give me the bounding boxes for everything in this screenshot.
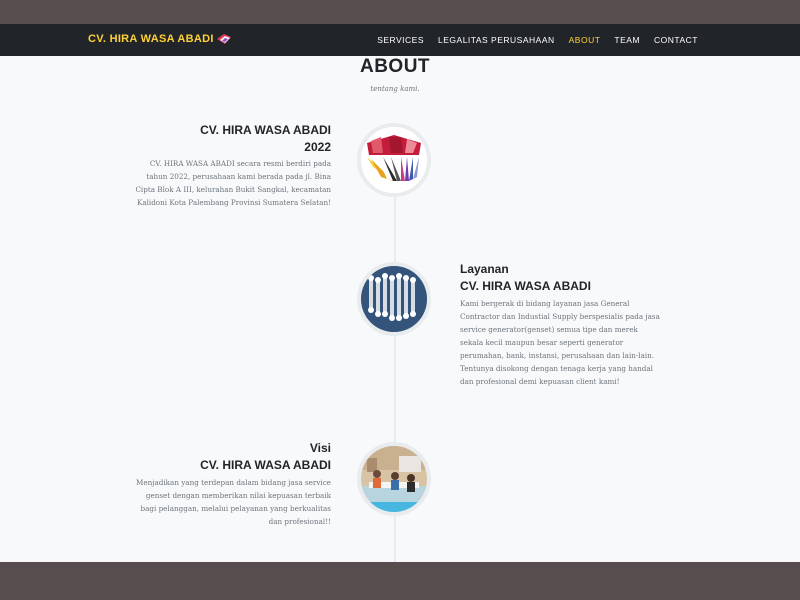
nav-contact[interactable]: CONTACT [654, 35, 698, 45]
brand-name: CV. HIRA WASA ABADI [88, 33, 214, 45]
nav-services[interactable]: SERVICES [377, 35, 424, 45]
nav-team[interactable]: TEAM [614, 35, 640, 45]
text-line: dan profesional!! [268, 517, 331, 526]
text-line: Kalidoni Kota Palembang Provinsi Sumater… [136, 198, 331, 207]
timeline-item-3-image [357, 442, 431, 516]
text-line: CV. HIRA WASA ABADI secara resmi berdiri… [149, 159, 331, 168]
brand-link[interactable]: CV. HIRA WASA ABADI [88, 33, 232, 45]
timeline-item-1-title-line1: CV. HIRA WASA ABADI [200, 123, 331, 137]
browser-frame-top [0, 0, 800, 24]
nav-menu: SERVICES LEGALITAS PERUSAHAAN ABOUT TEAM… [377, 35, 698, 45]
about-section: ABOUT tentang kami. CV. HIRA WASA ABADI … [0, 56, 800, 562]
nav-legalitas[interactable]: LEGALITAS PERUSAHAAN [438, 35, 555, 45]
browser-frame-bottom [0, 562, 800, 600]
timeline-item-1-image [357, 123, 431, 197]
timeline-item-3-text: Menjadikan yang terdepan dalam bidang ja… [110, 476, 331, 528]
text-line: genset dengan memberikan nilai kepuasan … [145, 491, 331, 500]
brand-logo-icon [216, 34, 231, 45]
navbar: CV. HIRA WASA ABADI SERVICES LEGALITAS P… [0, 24, 800, 56]
about-subtitle: tentang kami. [370, 85, 420, 93]
text-line: Contractor dan Industial Supply berspesi… [460, 312, 660, 321]
timeline-item-2-title-line2: CV. HIRA WASA ABADI [460, 279, 591, 293]
text-line: Tentunya disokong dengan tenaga kerja ya… [460, 364, 653, 373]
text-line: perumahan, bank, instansi, perusahaan da… [460, 351, 655, 360]
text-line: Menjadikan yang terdepan dalam bidang ja… [136, 478, 331, 487]
timeline-item-2-text: Kami bergerak di bidang layanan jasa Gen… [460, 297, 680, 388]
timeline-item-3-title-line1: Visi [309, 441, 331, 455]
text-line: service generator(genset) semua tipe dan… [460, 325, 638, 334]
timeline-item-2-title: Layanan CV. HIRA WASA ABADI [460, 261, 660, 295]
text-line: dan profesional demi kepuasan client kam… [460, 377, 620, 386]
timeline-item-2-title-line1: Layanan [460, 262, 509, 276]
timeline-item-3-title-line2: CV. HIRA WASA ABADI [200, 458, 331, 472]
color-swatch-icon [361, 127, 427, 193]
wrenches-icon [361, 266, 427, 332]
text-line: sekala kecil maupun besar seperti genera… [460, 338, 624, 347]
timeline-item-3-title: Visi CV. HIRA WASA ABADI [131, 440, 331, 474]
text-line: Cipta Blok A III, kelurahan Bukit Sangka… [135, 185, 331, 194]
nav-about[interactable]: ABOUT [569, 35, 601, 45]
team-meeting-icon [361, 446, 427, 512]
timeline-item-1-title: CV. HIRA WASA ABADI 2022 [150, 122, 331, 156]
timeline-item-2-image [357, 262, 431, 336]
text-line: bagi pelanggan, melalui pelayanan yang b… [140, 504, 331, 513]
timeline-item-1-text: CV. HIRA WASA ABADI secara resmi berdiri… [110, 157, 331, 209]
about-title: ABOUT [359, 56, 431, 77]
text-line: tahun 2022, perusahaan kami berada pada … [146, 172, 331, 181]
timeline-item-1-title-line2: 2022 [304, 140, 331, 154]
text-line: Kami bergerak di bidang layanan jasa Gen… [460, 299, 630, 308]
